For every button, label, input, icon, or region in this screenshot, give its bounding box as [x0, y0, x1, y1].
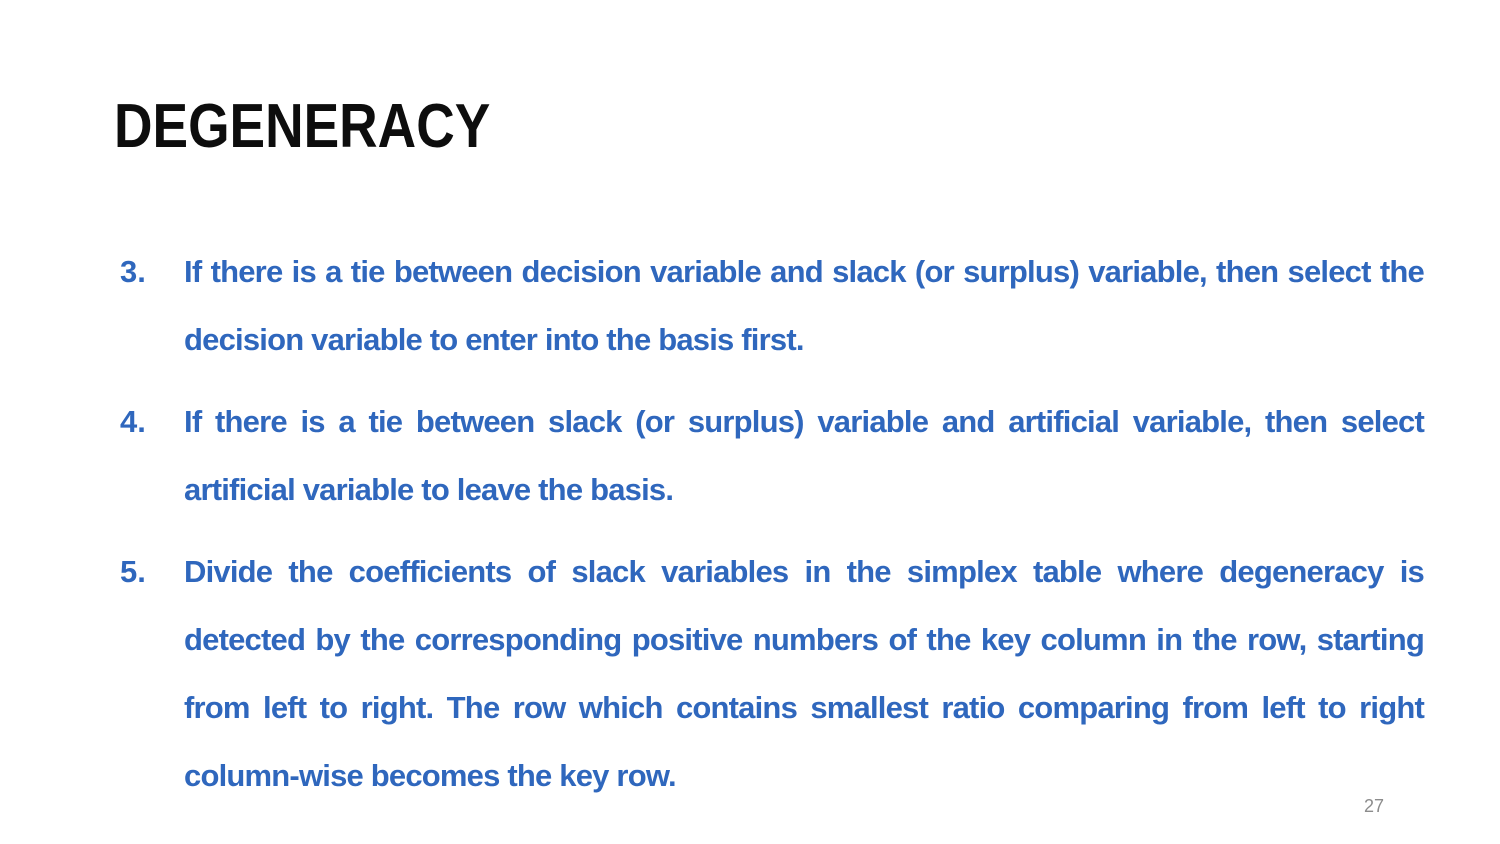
list-item-number: 4.	[120, 404, 146, 439]
list-item: 4. If there is a tie between slack (or s…	[120, 388, 1425, 524]
list-item-number: 5.	[120, 554, 146, 589]
list-item: 5. Divide the coefficients of slack vari…	[120, 538, 1425, 810]
list-item-text: If there is a tie between decision varia…	[184, 254, 1425, 357]
list-item-text: Divide the coefficients of slack variabl…	[184, 554, 1425, 793]
page-number: 27	[1364, 796, 1385, 816]
slide: DEGENERACY 3. If there is a tie between …	[0, 0, 1500, 844]
list-item: 3. If there is a tie between decision va…	[120, 238, 1425, 374]
slide-title: DEGENERACY	[114, 92, 491, 161]
list-item-text: If there is a tie between slack (or surp…	[184, 404, 1425, 507]
list-item-number: 3.	[120, 254, 146, 289]
degeneracy-rules-list: 3. If there is a tie between decision va…	[120, 238, 1425, 824]
